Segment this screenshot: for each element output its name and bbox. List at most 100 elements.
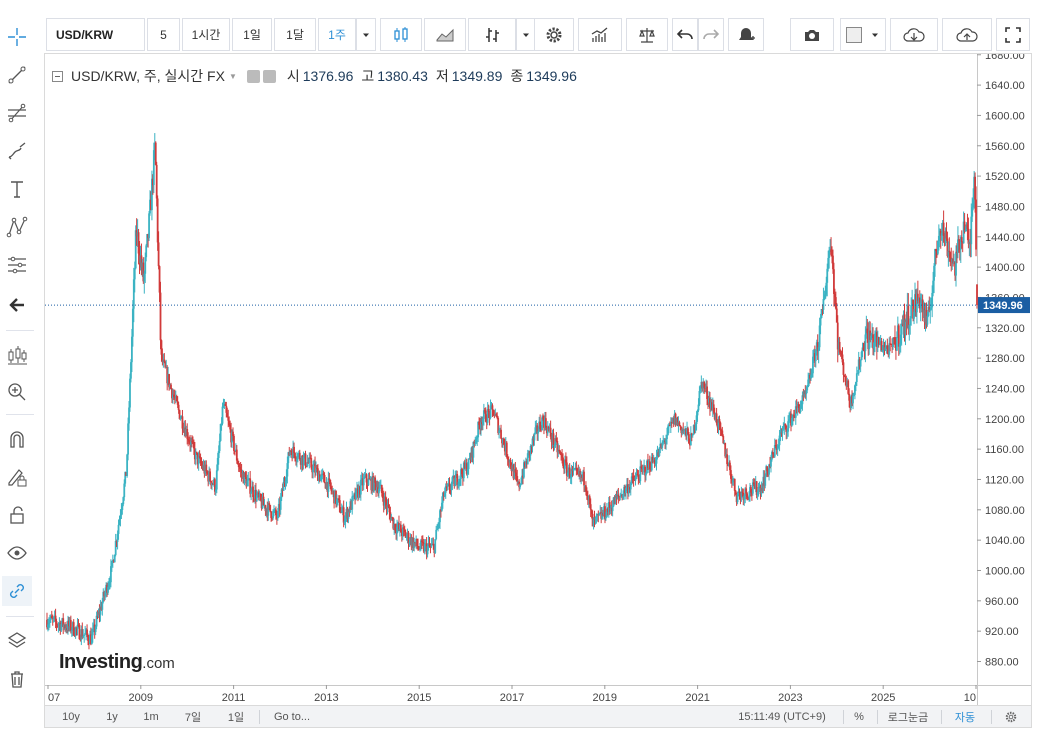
settings-button[interactable] [534, 18, 574, 51]
collapse-legend-icon[interactable] [52, 70, 63, 82]
interval-button[interactable]: 1일 [232, 18, 272, 51]
y-tick-label: 1160.00 [985, 444, 1024, 456]
interval-button[interactable]: 5 [147, 18, 180, 51]
y-tick-label: 1000.00 [985, 565, 1025, 577]
magnet-tool[interactable] [2, 424, 32, 454]
candle-body [250, 491, 253, 494]
alert-button[interactable] [728, 18, 764, 51]
layers-icon [7, 632, 27, 648]
save-layout-button[interactable] [942, 18, 992, 51]
candle-body [304, 453, 307, 467]
y-tick-label: 1240.00 [985, 383, 1025, 395]
chart-type-dropdown[interactable] [516, 18, 536, 51]
y-tick-label: 1600.00 [985, 110, 1025, 122]
delete-drawings-tool[interactable] [2, 664, 32, 694]
fib-tool[interactable] [2, 98, 32, 128]
chart-type-area-button[interactable] [424, 18, 466, 51]
chart-settings-button[interactable] [997, 706, 1025, 727]
high-value: 1380.43 [377, 68, 428, 84]
x-tick-label: 2019 [593, 692, 617, 704]
candle-body [215, 470, 218, 490]
candle-body [117, 524, 120, 534]
brush-tool[interactable] [2, 136, 32, 166]
chart-app: USD/KRW 5 1시간 1일 1달 1주 1680.00 1640.00 1… [0, 0, 1042, 743]
undo-button[interactable] [672, 18, 698, 51]
x-tick-label: 2011 [222, 692, 246, 704]
symbol-search-input[interactable]: USD/KRW [46, 18, 145, 51]
range-1d-button[interactable]: 1일 [219, 706, 253, 727]
candle-body [976, 284, 978, 306]
chart-legend: USD/KRW, 주, 실시간 FX ▼ 시 1376.96 고 1380.43 저… [52, 66, 577, 86]
candle-body [910, 305, 913, 319]
pattern-tool[interactable] [2, 212, 32, 242]
candle-body [619, 496, 622, 498]
candle-body [83, 634, 86, 636]
camera-icon [805, 29, 819, 41]
chevron-down-icon[interactable]: ▼ [229, 72, 237, 81]
interval-button[interactable]: 1달 [274, 18, 316, 51]
compare-button[interactable] [626, 18, 668, 51]
y-tick-label: 1080.00 [985, 505, 1025, 517]
x-tick-label: 2015 [407, 692, 431, 704]
chart-canvas[interactable]: 1680.00 1640.00 1600.00 1560.00 1520.00 1480.… [45, 54, 1031, 705]
chart-area[interactable]: 1680.00 1640.00 1600.00 1560.00 1520.00 1480.… [44, 53, 1032, 706]
y-tick-label: 1200.00 [985, 414, 1025, 426]
auto-scale-toggle[interactable]: 자동 [947, 706, 983, 727]
interval-button[interactable]: 1시간 [182, 18, 230, 51]
range-1y-button[interactable]: 1y [97, 706, 127, 727]
fullscreen-button[interactable] [996, 18, 1030, 51]
link-tool[interactable] [2, 576, 32, 606]
y-tick-label: 960.00 [985, 596, 1019, 608]
last-price-label: 1349.96 [983, 300, 1023, 312]
candle-body [218, 440, 221, 451]
lock-tool[interactable] [2, 500, 32, 530]
high-label: 고 [361, 68, 375, 84]
range-7d-button[interactable]: 7일 [175, 706, 211, 727]
measure-tool[interactable] [2, 250, 32, 280]
chart-type-bars-button[interactable] [468, 18, 516, 51]
y-tick-label: 1320.00 [985, 323, 1025, 335]
y-tick-label: 1520.00 [985, 171, 1025, 183]
goto-date-button[interactable]: Go to... [263, 706, 321, 727]
color-picker-button[interactable] [840, 18, 886, 51]
candle-body [157, 242, 160, 267]
magnet-icon [10, 431, 24, 448]
trend-line-tool[interactable] [2, 60, 32, 90]
load-layout-button[interactable] [890, 18, 938, 51]
candles-tool[interactable] [2, 340, 32, 370]
candle-body [746, 493, 749, 498]
range-10y-button[interactable]: 10y [53, 706, 89, 727]
hide-toolbar-button[interactable] [2, 290, 32, 320]
snapshot-button[interactable] [790, 18, 834, 51]
indicators-button[interactable] [578, 18, 622, 51]
candle-body [823, 298, 826, 300]
zoom-tool[interactable] [2, 377, 32, 407]
lock-drawings-tool[interactable] [2, 462, 32, 492]
chevron-down-icon [363, 33, 369, 37]
candle-body [177, 404, 180, 411]
candle-body [195, 451, 198, 454]
open-value: 1376.96 [302, 68, 354, 84]
range-1m-button[interactable]: 1m [135, 706, 167, 727]
visibility-tool[interactable] [2, 538, 32, 568]
trend-line-icon [8, 66, 26, 84]
redo-icon [703, 28, 720, 39]
layers-tool[interactable] [2, 626, 32, 656]
crosshair-tool[interactable] [2, 22, 32, 52]
chart-type-candles-button[interactable] [380, 18, 422, 51]
gear-icon [1005, 711, 1017, 722]
candle-body [155, 164, 158, 199]
interval-dropdown[interactable] [356, 18, 376, 51]
text-tool[interactable] [2, 174, 32, 204]
percent-scale-toggle[interactable]: % [847, 706, 871, 727]
interval-button-active[interactable]: 1주 [318, 18, 356, 51]
candle-body [491, 405, 494, 410]
gear-icon [546, 27, 562, 42]
close-mini-icon[interactable] [262, 69, 276, 83]
candle-body [500, 429, 502, 439]
x-tick-label: 10 [964, 692, 976, 704]
eye-icon [7, 546, 27, 560]
redo-button[interactable] [698, 18, 724, 51]
settings-mini-icon[interactable] [246, 69, 260, 83]
log-scale-toggle[interactable]: 로그눈금 [883, 706, 933, 727]
